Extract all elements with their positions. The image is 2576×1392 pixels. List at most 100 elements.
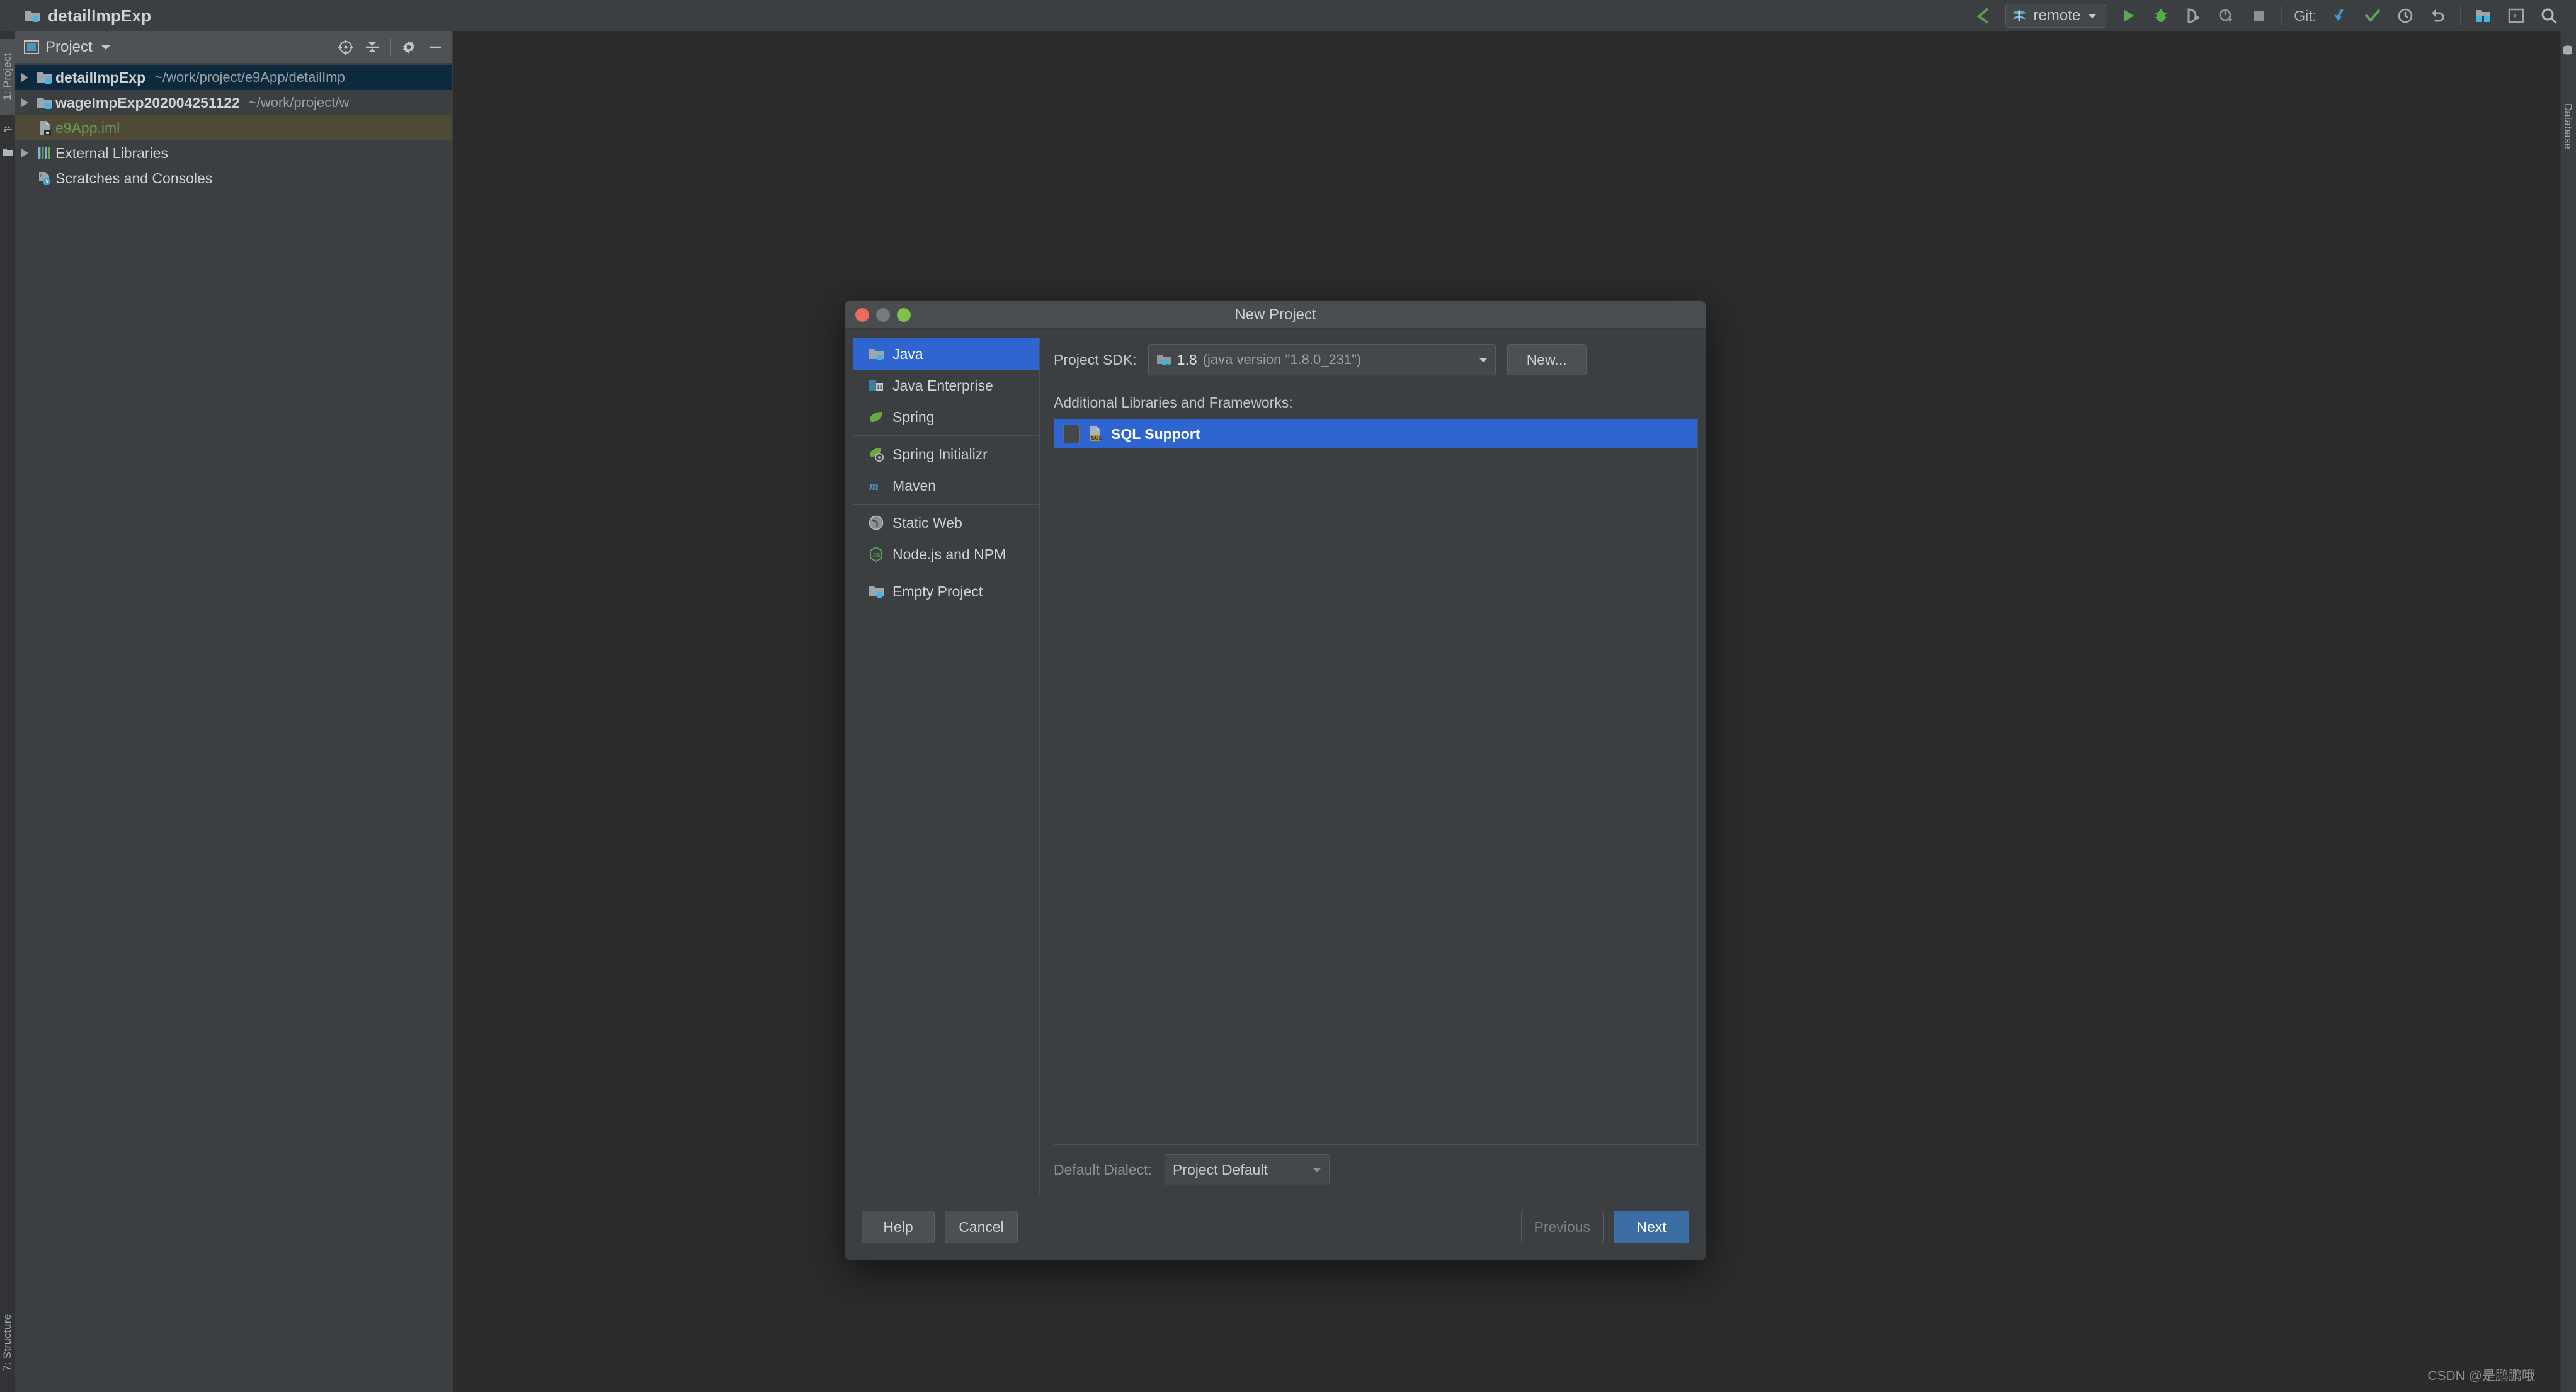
sql-support-checkbox[interactable]	[1063, 425, 1080, 443]
frameworks-label: Additional Libraries and Frameworks:	[1054, 394, 1293, 411]
module-folder-icon	[34, 96, 55, 110]
help-button[interactable]: Help	[862, 1211, 935, 1243]
tree-row-external-libraries[interactable]: External Libraries	[15, 140, 452, 166]
tree-item-name: detailImpExp	[55, 69, 146, 86]
sidebar-tab-structure[interactable]: 7: Structure	[0, 1301, 15, 1383]
category-java-enterprise[interactable]: Java Enterprise	[853, 370, 1039, 401]
category-label: Static Web	[892, 514, 962, 531]
dialog-titlebar: New Project	[845, 301, 1706, 329]
project-sdk-combo[interactable]: 1.8 (java version "1.8.0_231")	[1148, 344, 1496, 375]
project-tool-window: Project detailImpExp ~/work/project/e9Ap…	[15, 31, 452, 1392]
run-config-selector[interactable]: remote	[2005, 4, 2107, 28]
debug-icon[interactable]	[2150, 5, 2172, 26]
dialog-title: New Project	[1234, 305, 1316, 323]
database-icon	[2563, 45, 2573, 57]
project-sdk-value: 1.8	[1177, 351, 1197, 368]
chevron-down-icon[interactable]	[100, 43, 111, 51]
tree-row-detailimpexp[interactable]: detailImpExp ~/work/project/e9App/detail…	[15, 65, 452, 90]
spring-initializr-icon	[867, 445, 885, 463]
java-enterprise-icon	[867, 377, 885, 394]
git-history-icon[interactable]	[2395, 5, 2416, 26]
project-structure-icon[interactable]	[2473, 5, 2494, 26]
project-panel-title: Project	[45, 38, 93, 55]
tree-row-e9app-iml[interactable]: e9App.iml	[15, 115, 452, 140]
cancel-button[interactable]: Cancel	[945, 1211, 1018, 1243]
dialog-body: Java Java Enterprise Spring Spring Initi…	[845, 329, 1706, 1194]
tree-item-path: ~/work/project/w	[248, 94, 350, 110]
gear-icon[interactable]	[400, 38, 418, 56]
framework-label: SQL Support	[1111, 425, 1200, 442]
hide-panel-icon[interactable]	[426, 38, 444, 56]
favorites-icon[interactable]	[3, 126, 13, 134]
git-rollback-icon[interactable]	[2427, 5, 2449, 26]
terminal-icon[interactable]	[2505, 5, 2527, 26]
stop-icon[interactable]	[2248, 5, 2270, 26]
folder-icon[interactable]	[3, 148, 13, 159]
default-dialect-row: Default Dialect: Project Default	[1054, 1145, 1698, 1194]
category-nodejs[interactable]: JS Node.js and NPM	[853, 539, 1039, 570]
sidebar-tab-database[interactable]: Database	[2560, 69, 2576, 183]
module-folder-icon	[34, 71, 55, 84]
titlebar-project: detailImpExp	[24, 6, 151, 26]
scratches-icon	[34, 171, 55, 186]
expand-arrow-icon[interactable]	[15, 73, 34, 82]
watermark: CSDN @是鹏鹏哦	[2427, 1369, 2535, 1383]
category-java[interactable]: Java	[853, 338, 1039, 370]
sql-support-icon: SQL	[1087, 426, 1103, 442]
empty-project-icon	[867, 583, 885, 600]
category-divider-2	[853, 504, 1039, 505]
tree-row-scratches[interactable]: Scratches and Consoles	[15, 166, 452, 191]
back-arrow-icon[interactable]	[1973, 5, 1994, 26]
git-commit-icon[interactable]	[2362, 5, 2383, 26]
toolbar-divider	[2281, 6, 2283, 25]
sidebar-tab-project[interactable]: 1: Project	[0, 39, 15, 115]
tree-item-name: e9App.iml	[55, 119, 120, 136]
collapse-all-icon[interactable]	[363, 38, 381, 56]
project-panel-header: Project	[15, 31, 452, 63]
expand-arrow-icon[interactable]	[15, 149, 34, 157]
chevron-down-icon	[2087, 12, 2098, 20]
dialog-footer: Help Cancel Previous Next	[845, 1194, 1706, 1260]
category-label: Maven	[892, 477, 937, 494]
category-spring-initializr[interactable]: Spring Initializr	[853, 438, 1039, 470]
project-tree: detailImpExp ~/work/project/e9App/detail…	[15, 63, 452, 191]
project-sdk-row: Project SDK: 1.8 (java version "1.8.0_23…	[1054, 344, 1698, 375]
category-label: Empty Project	[892, 583, 983, 600]
static-web-icon	[867, 514, 885, 532]
run-config-name: remote	[2033, 7, 2081, 24]
run-icon[interactable]	[2117, 5, 2139, 26]
spring-leaf-icon	[867, 408, 885, 426]
previous-button: Previous	[1520, 1211, 1604, 1243]
expand-arrow-icon[interactable]	[15, 98, 34, 107]
tree-row-wageimpexp[interactable]: wageImpExp202004251122 ~/work/project/w	[15, 90, 452, 115]
maven-icon: m	[867, 477, 885, 494]
iml-file-icon	[34, 120, 55, 135]
left-tool-strip: 1: Project 7: Structure	[0, 31, 15, 1392]
project-config-pane: Project SDK: 1.8 (java version "1.8.0_23…	[1040, 338, 1698, 1194]
category-empty-project[interactable]: Empty Project	[853, 576, 1039, 607]
dragonfly-icon	[2011, 8, 2027, 23]
category-divider	[853, 435, 1039, 436]
profiler-icon[interactable]	[2216, 5, 2237, 26]
category-static-web[interactable]: Static Web	[853, 507, 1039, 539]
project-sdk-label: Project SDK:	[1054, 351, 1137, 368]
svg-text:SQL: SQL	[1091, 435, 1102, 441]
titlebar-project-name: detailImpExp	[48, 6, 152, 25]
locate-file-icon[interactable]	[337, 38, 355, 56]
jdk-icon	[1156, 353, 1171, 367]
search-everywhere-icon[interactable]	[2538, 5, 2560, 26]
category-maven[interactable]: m Maven	[853, 470, 1039, 501]
java-module-icon	[867, 345, 885, 363]
tree-item-path: ~/work/project/e9App/detailImp	[154, 69, 345, 85]
framework-sql-support[interactable]: SQL SQL Support	[1054, 419, 1697, 448]
project-type-list: Java Java Enterprise Spring Spring Initi…	[853, 338, 1040, 1194]
next-button[interactable]: Next	[1614, 1211, 1689, 1243]
category-spring[interactable]: Spring	[853, 401, 1039, 433]
default-dialect-combo[interactable]: Project Default	[1164, 1154, 1330, 1185]
new-sdk-button[interactable]: New...	[1507, 344, 1587, 375]
run-with-coverage-icon[interactable]	[2183, 5, 2204, 26]
git-update-icon[interactable]	[2329, 5, 2351, 26]
right-tool-strip: Database	[2560, 31, 2576, 1392]
module-folder-icon	[24, 9, 40, 23]
category-label: Node.js and NPM	[892, 545, 1006, 562]
